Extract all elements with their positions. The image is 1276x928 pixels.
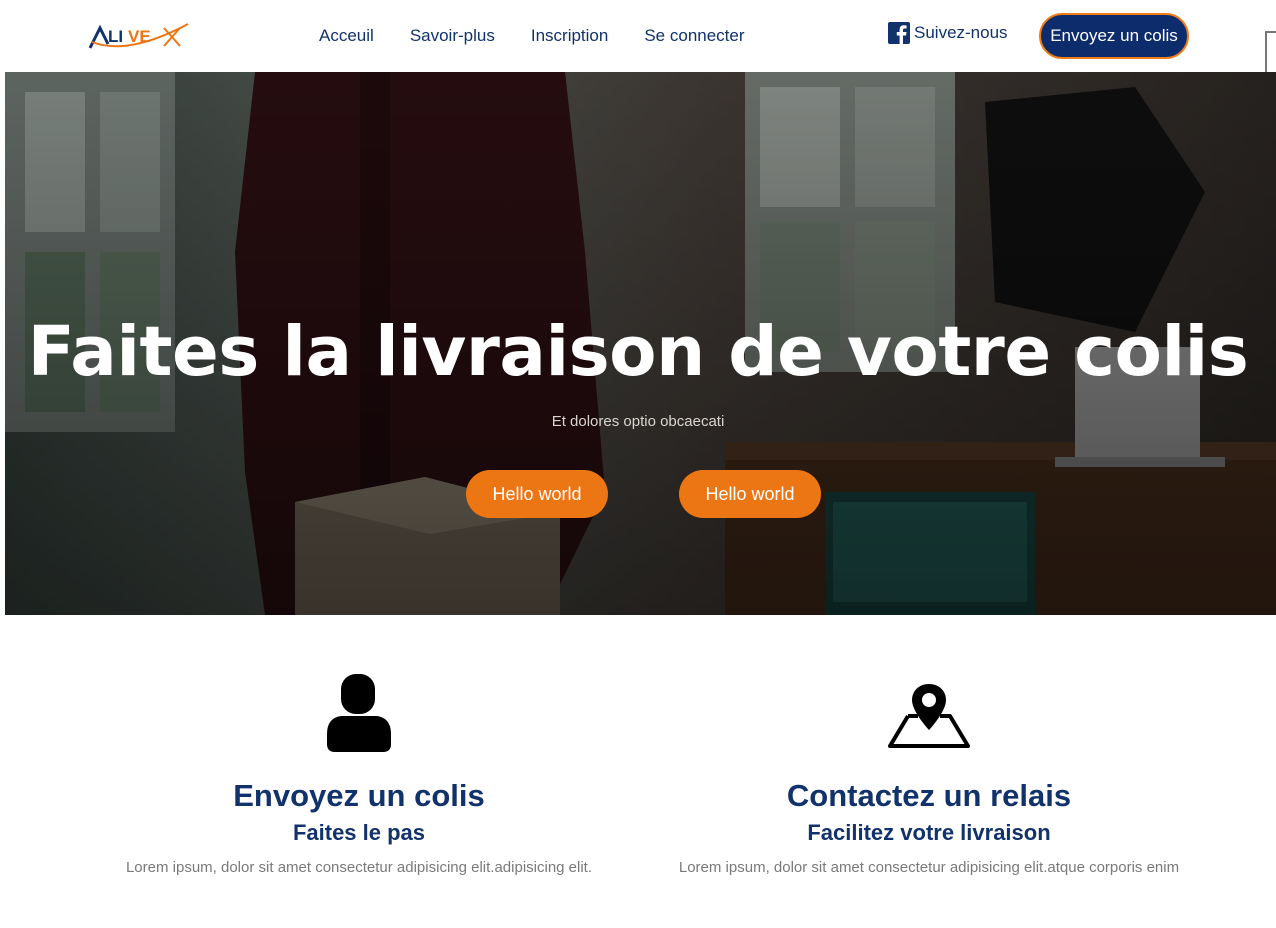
- feature-subtitle: Faites le pas: [292, 820, 426, 845]
- main-nav: Acceuil Savoir-plus Inscription Se conne…: [319, 24, 745, 48]
- feature-contact-relay: Contactez un relais Facilitez votre livr…: [649, 672, 1209, 878]
- hero-banner: Faites la livraison de votre colis Et do…: [5, 72, 1276, 615]
- feature-description: Lorem ipsum, dolor sit amet consectetur …: [678, 859, 1180, 876]
- svg-text:VE: VE: [128, 27, 151, 46]
- nav-link-savoir-plus[interactable]: Savoir-plus: [410, 24, 495, 48]
- feature-description: Lorem ipsum, dolor sit amet consectetur …: [125, 859, 593, 876]
- nav-link-inscription[interactable]: Inscription: [531, 24, 608, 48]
- feature-subtitle: Facilitez votre livraison: [807, 820, 1051, 845]
- feature-title: Envoyez un colis: [233, 778, 485, 813]
- follow-label: Suivez-nous: [914, 23, 1008, 42]
- map-pin-icon: [888, 684, 970, 748]
- nav-link-acceuil[interactable]: Acceuil: [319, 24, 374, 48]
- feature-send-parcel: Envoyez un colis Faites le pas Lorem ips…: [79, 672, 639, 878]
- hero-subtitle: Et dolores optio obcaecati: [551, 413, 725, 430]
- alivex-logo[interactable]: LI VE: [88, 20, 192, 52]
- hero-button-secondary[interactable]: Hello world: [679, 470, 821, 518]
- svg-text:LI: LI: [108, 27, 123, 46]
- user-icon: [327, 674, 391, 752]
- follow-facebook-link[interactable]: Suivez-nous: [888, 21, 1008, 45]
- hero-title: Faites la livraison de votre colis: [27, 312, 1249, 392]
- facebook-icon: [888, 22, 910, 44]
- navbar: LI VE Acceuil Savoir-plus Inscription Se…: [0, 0, 1276, 105]
- feature-title: Contactez un relais: [786, 778, 1072, 813]
- nav-link-se-connecter[interactable]: Se connecter: [644, 24, 744, 48]
- hero-button-primary[interactable]: Hello world: [466, 470, 608, 518]
- send-parcel-button[interactable]: Envoyez un colis: [1039, 13, 1189, 59]
